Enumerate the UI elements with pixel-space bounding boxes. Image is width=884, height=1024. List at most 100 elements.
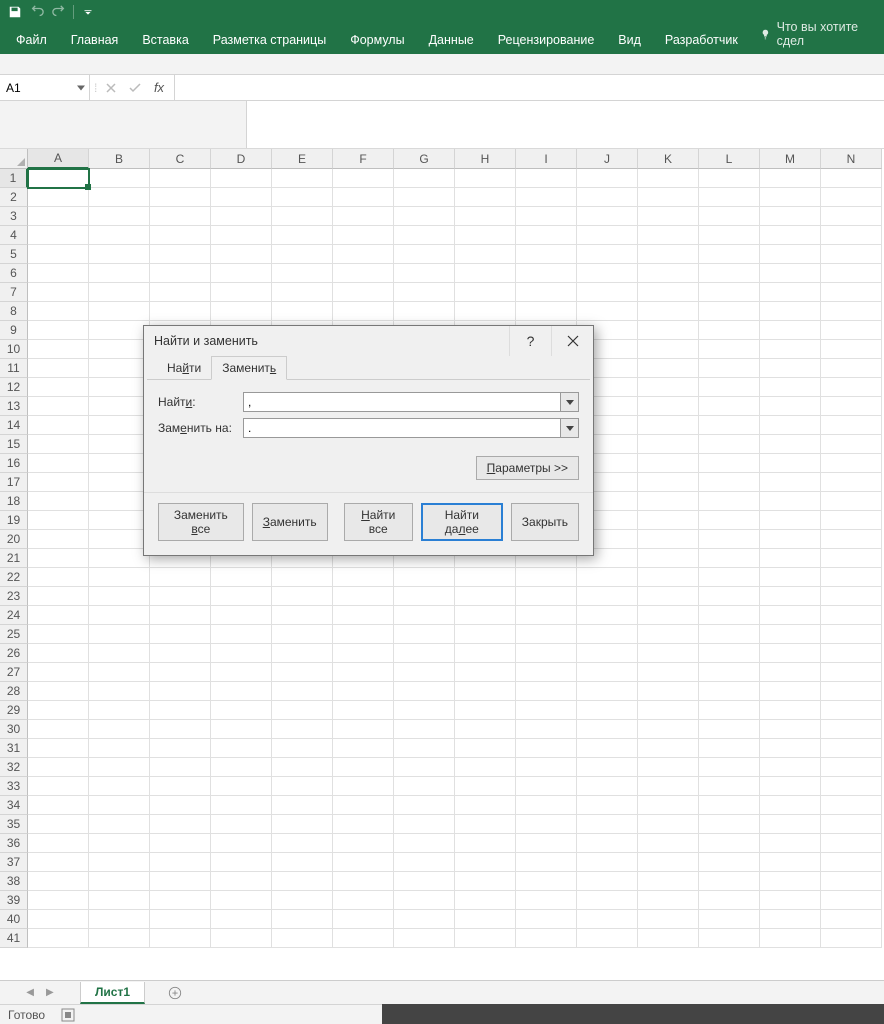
cell[interactable] xyxy=(28,283,89,302)
undo-button[interactable] xyxy=(26,1,48,23)
cell[interactable] xyxy=(333,226,394,245)
cell[interactable] xyxy=(455,701,516,720)
cell[interactable] xyxy=(760,568,821,587)
cell[interactable] xyxy=(394,815,455,834)
cell[interactable] xyxy=(333,853,394,872)
cell[interactable] xyxy=(455,777,516,796)
cell[interactable] xyxy=(699,416,760,435)
tell-me-search[interactable]: Что вы хотите сдел xyxy=(750,14,880,54)
cell[interactable] xyxy=(638,568,699,587)
cell[interactable] xyxy=(28,872,89,891)
cell[interactable] xyxy=(394,625,455,644)
cell[interactable] xyxy=(211,188,272,207)
row-header[interactable]: 13 xyxy=(0,397,28,416)
cell[interactable] xyxy=(272,929,333,948)
cell[interactable] xyxy=(272,758,333,777)
cell[interactable] xyxy=(821,226,882,245)
row-header[interactable]: 41 xyxy=(0,929,28,948)
cell[interactable] xyxy=(699,701,760,720)
cell[interactable] xyxy=(150,264,211,283)
cell[interactable] xyxy=(821,188,882,207)
cell[interactable] xyxy=(89,207,150,226)
row-header[interactable]: 32 xyxy=(0,758,28,777)
cell[interactable] xyxy=(28,644,89,663)
cell[interactable] xyxy=(699,891,760,910)
cell[interactable] xyxy=(699,815,760,834)
replace-all-button[interactable]: Заменить все xyxy=(158,503,244,541)
cell[interactable] xyxy=(577,910,638,929)
cell[interactable] xyxy=(150,226,211,245)
cell[interactable] xyxy=(272,891,333,910)
cell[interactable] xyxy=(272,587,333,606)
cell[interactable] xyxy=(638,473,699,492)
cell[interactable] xyxy=(28,378,89,397)
cell[interactable] xyxy=(699,340,760,359)
cell[interactable] xyxy=(89,701,150,720)
cell[interactable] xyxy=(760,663,821,682)
cell[interactable] xyxy=(760,834,821,853)
cell[interactable] xyxy=(699,796,760,815)
cell[interactable] xyxy=(516,663,577,682)
cell[interactable] xyxy=(821,378,882,397)
cell[interactable] xyxy=(150,739,211,758)
cell[interactable] xyxy=(89,929,150,948)
cell[interactable] xyxy=(333,815,394,834)
cell[interactable] xyxy=(333,758,394,777)
cell[interactable] xyxy=(211,226,272,245)
replace-dropdown-button[interactable] xyxy=(561,418,579,438)
save-button[interactable] xyxy=(4,1,26,23)
cell[interactable] xyxy=(394,245,455,264)
cell[interactable] xyxy=(89,397,150,416)
cell[interactable] xyxy=(455,587,516,606)
cell[interactable] xyxy=(394,606,455,625)
cell[interactable] xyxy=(577,663,638,682)
cell[interactable] xyxy=(516,682,577,701)
cell[interactable] xyxy=(821,549,882,568)
cell[interactable] xyxy=(516,207,577,226)
cell[interactable] xyxy=(333,777,394,796)
cell[interactable] xyxy=(455,625,516,644)
cell[interactable] xyxy=(821,264,882,283)
cell[interactable] xyxy=(150,663,211,682)
cell[interactable] xyxy=(211,663,272,682)
options-button[interactable]: Параметры >> xyxy=(476,456,579,480)
cell[interactable] xyxy=(699,834,760,853)
cell[interactable] xyxy=(89,188,150,207)
cell[interactable] xyxy=(516,625,577,644)
cell[interactable] xyxy=(760,397,821,416)
cell[interactable] xyxy=(699,853,760,872)
cell[interactable] xyxy=(760,359,821,378)
row-header[interactable]: 38 xyxy=(0,872,28,891)
cell[interactable] xyxy=(821,625,882,644)
cell[interactable] xyxy=(699,207,760,226)
cell[interactable] xyxy=(211,872,272,891)
cell[interactable] xyxy=(333,720,394,739)
cell[interactable] xyxy=(394,910,455,929)
row-header[interactable]: 35 xyxy=(0,815,28,834)
tab-find[interactable]: Найти xyxy=(157,357,211,379)
cell[interactable] xyxy=(577,625,638,644)
cell[interactable] xyxy=(821,454,882,473)
cell[interactable] xyxy=(333,644,394,663)
cell[interactable] xyxy=(638,625,699,644)
cell[interactable] xyxy=(28,701,89,720)
row-header[interactable]: 34 xyxy=(0,796,28,815)
cell[interactable] xyxy=(272,682,333,701)
cell[interactable] xyxy=(760,910,821,929)
column-header[interactable]: H xyxy=(455,149,516,169)
cell[interactable] xyxy=(760,815,821,834)
cell[interactable] xyxy=(394,226,455,245)
cell[interactable] xyxy=(760,416,821,435)
cell[interactable] xyxy=(272,302,333,321)
row-header[interactable]: 11 xyxy=(0,359,28,378)
cell[interactable] xyxy=(333,606,394,625)
cell[interactable] xyxy=(89,435,150,454)
cell[interactable] xyxy=(28,777,89,796)
cell[interactable] xyxy=(150,720,211,739)
cell[interactable] xyxy=(394,264,455,283)
cell[interactable] xyxy=(28,302,89,321)
cell[interactable] xyxy=(150,834,211,853)
cell[interactable] xyxy=(577,758,638,777)
cell[interactable] xyxy=(150,929,211,948)
cell[interactable] xyxy=(150,245,211,264)
